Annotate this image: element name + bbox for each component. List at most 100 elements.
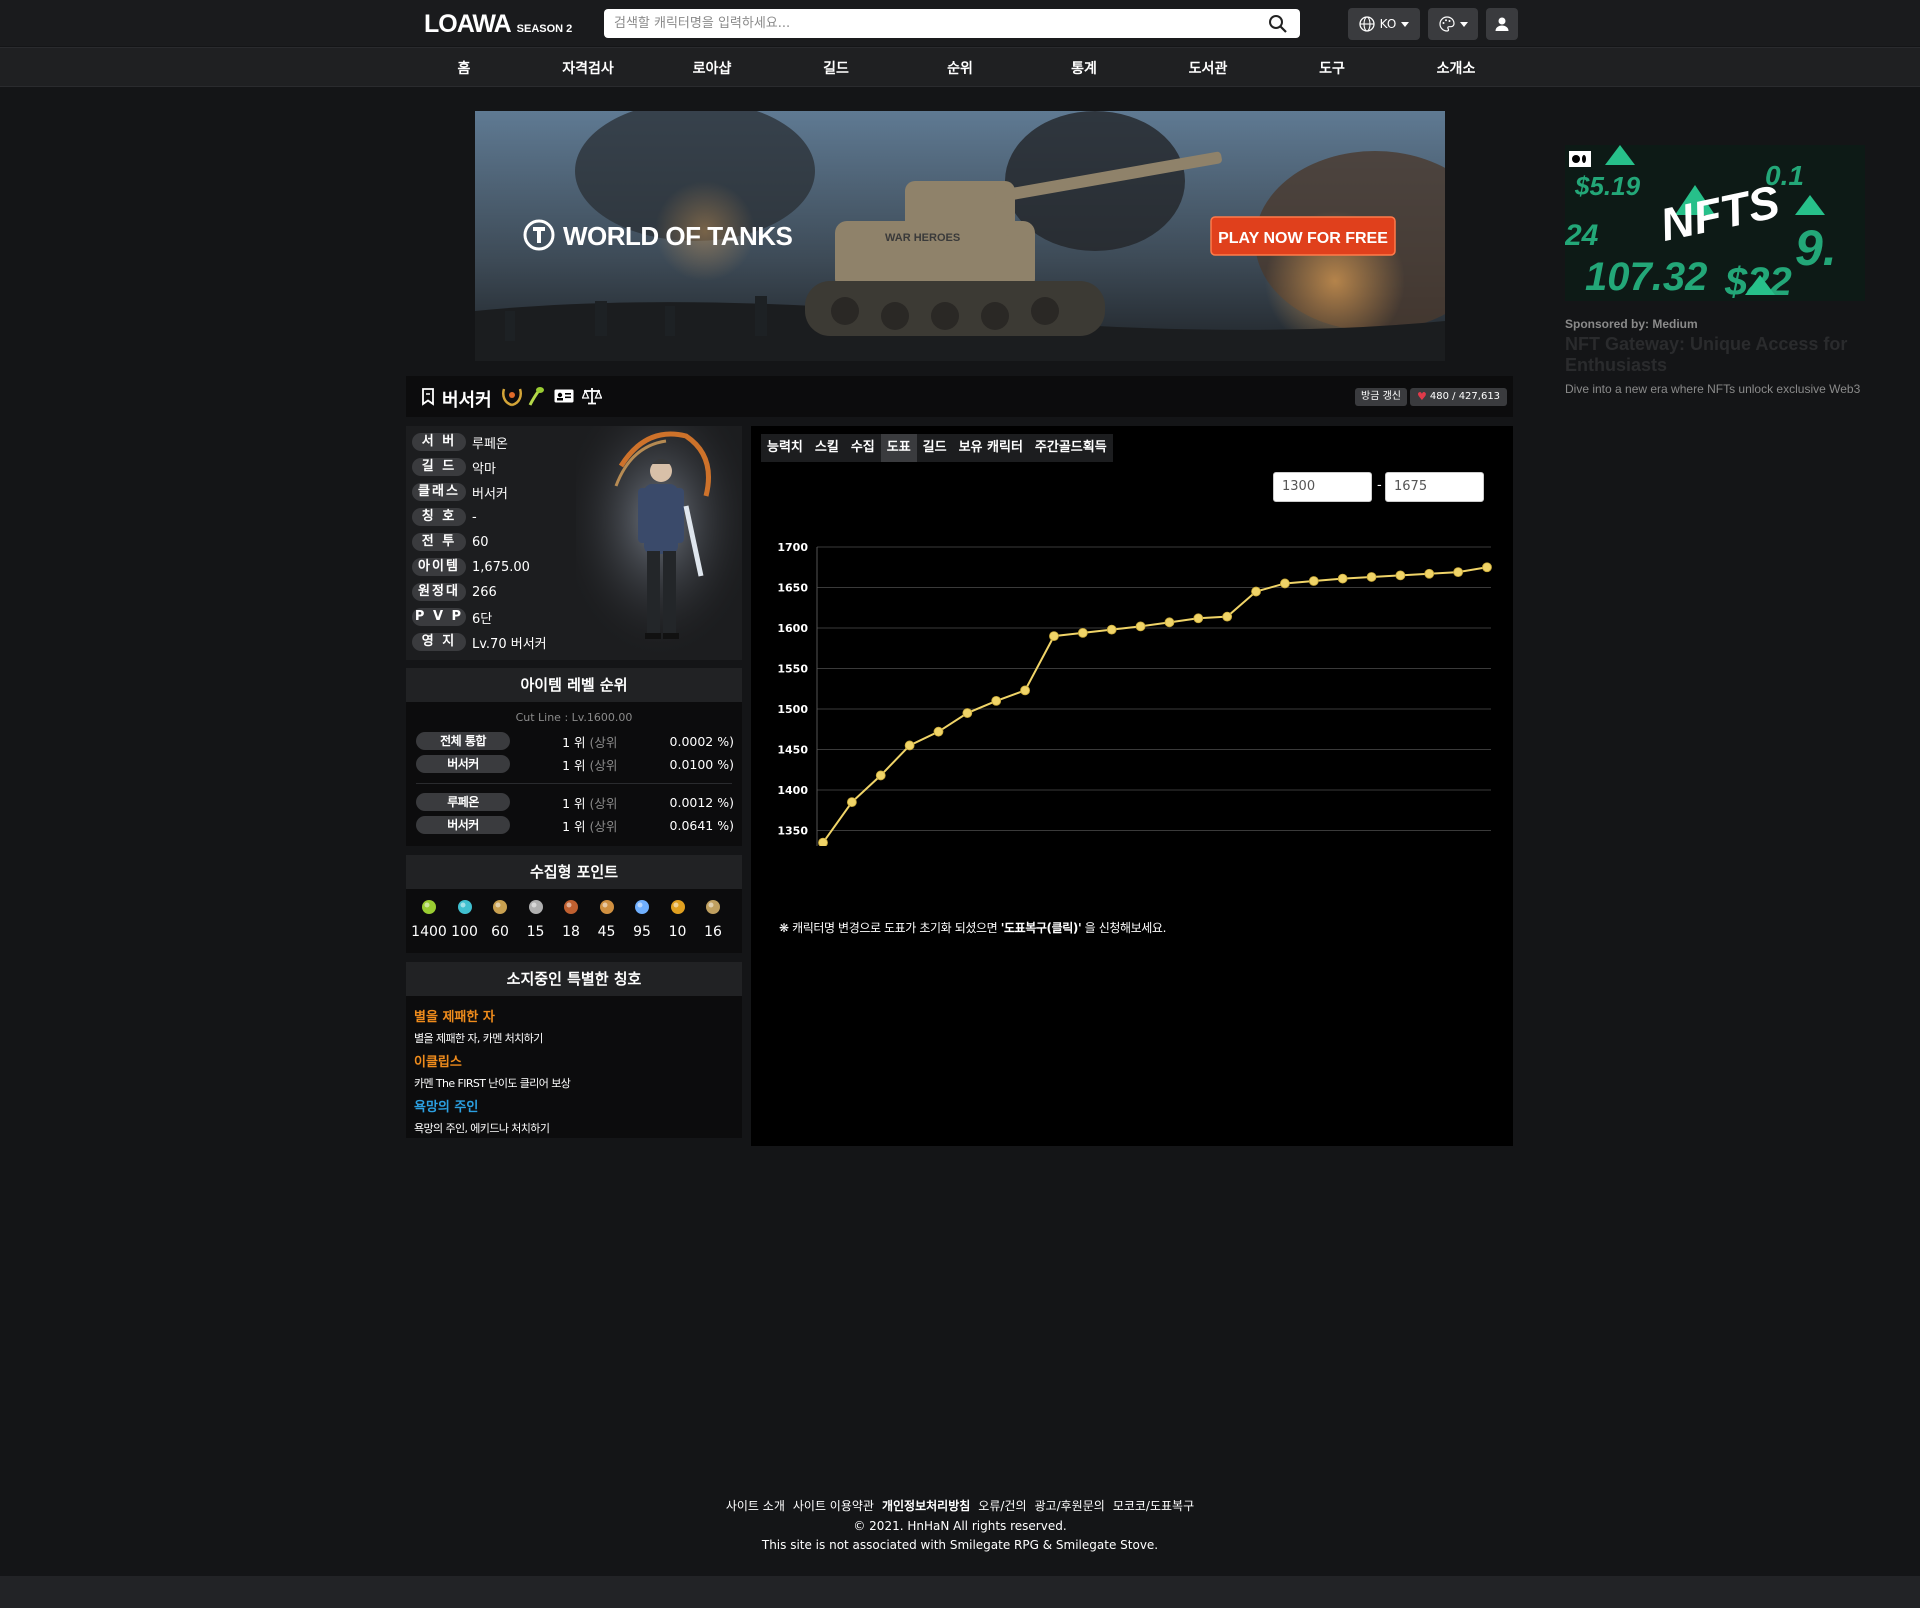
rank-row-total: 전체 통합 1 위 (상위 0.0002 %) bbox=[416, 731, 740, 751]
collection-value: 100 bbox=[451, 924, 478, 940]
data-point bbox=[962, 708, 973, 718]
collection-item[interactable]: 10 bbox=[660, 897, 696, 940]
bookmark-icon[interactable] bbox=[421, 388, 435, 406]
nav-home[interactable]: 홈 bbox=[458, 58, 471, 78]
item-level-chart: 1300135014001450150015501600165017002021… bbox=[777, 541, 1492, 846]
info-value: 60 bbox=[472, 534, 489, 550]
info-value: Lv.70 버서커 bbox=[472, 636, 547, 652]
rank-label[interactable]: 전체 통합 bbox=[416, 732, 510, 750]
tank-ad-image: WAR HEROES WORLD OF TANKS PLAY NOW FOR F… bbox=[475, 111, 1445, 361]
scale-icon[interactable] bbox=[582, 387, 602, 405]
language-button[interactable]: KO bbox=[1348, 8, 1420, 40]
collection-item[interactable]: 60 bbox=[482, 897, 518, 940]
tab-weekly-gold[interactable]: 주간골드획득 bbox=[1029, 434, 1113, 462]
collection-item[interactable]: 18 bbox=[553, 897, 589, 940]
footer-link-restore[interactable]: 모코코/도표복구 bbox=[1113, 1497, 1194, 1514]
character-name: 버서커 bbox=[442, 390, 492, 411]
titles-box: 소지중인 특별한 칭호 별을 제패한 자 별을 제패한 자, 카멘 처치하기 이… bbox=[406, 962, 742, 1138]
data-point bbox=[846, 797, 857, 808]
collection-items: 1400 100 60 15 18 45 95 10 16 bbox=[411, 897, 737, 949]
refresh-button[interactable]: 방금 갱신 bbox=[1355, 388, 1407, 406]
character-info-panel: 서 버 루페온 길 드 악마 클래스 버서커 칭 호- 전 투 60 아이템 1,675.… bbox=[406, 426, 742, 660]
id-card-icon[interactable] bbox=[554, 389, 574, 403]
world-map-icon bbox=[493, 900, 507, 914]
nav-tools[interactable]: 도구 bbox=[1319, 58, 1345, 78]
info-label: 아이템 bbox=[412, 558, 466, 576]
chart-restore-link[interactable]: '도표복구(클릭)' bbox=[1001, 921, 1082, 935]
data-point bbox=[904, 740, 915, 751]
nav-guild[interactable]: 길드 bbox=[823, 58, 849, 78]
collection-value: 60 bbox=[491, 924, 509, 940]
tab-owned-characters[interactable]: 보유 캐릭터 bbox=[953, 434, 1029, 462]
info-value: - bbox=[472, 509, 477, 525]
y-tick-label: 1500 bbox=[777, 703, 808, 716]
range-min-input[interactable]: 1300 bbox=[1273, 472, 1372, 502]
collection-item[interactable]: 15 bbox=[518, 897, 554, 940]
tab-skills[interactable]: 스킬 bbox=[809, 434, 845, 462]
series-line bbox=[822, 566, 1488, 844]
nav-library[interactable]: 도서관 bbox=[1189, 58, 1228, 78]
nav-introduction[interactable]: 소개소 bbox=[1437, 58, 1476, 78]
info-row-expedition: 원정대 266 bbox=[412, 582, 497, 602]
footer-link-ads[interactable]: 광고/후원문의 bbox=[1035, 1497, 1105, 1514]
y-tick-label: 1600 bbox=[777, 622, 808, 635]
nav-loa-shop[interactable]: 로아샵 bbox=[693, 58, 732, 78]
search-input[interactable] bbox=[604, 9, 1254, 38]
nav-statistics[interactable]: 통계 bbox=[1071, 58, 1097, 78]
user-button[interactable] bbox=[1486, 8, 1518, 40]
search-icon[interactable] bbox=[1268, 14, 1288, 34]
footer-link-feedback[interactable]: 오류/건의 bbox=[978, 1497, 1026, 1514]
rank-upper: (상위 bbox=[589, 734, 618, 750]
like-button[interactable]: ♥ 480 / 427,613 bbox=[1410, 388, 1508, 406]
rank-upper: (상위 bbox=[589, 757, 618, 773]
rank-label[interactable]: 버서커 bbox=[416, 755, 510, 773]
data-point bbox=[991, 695, 1002, 706]
chevron-down-icon bbox=[1459, 21, 1468, 27]
tab-stats[interactable]: 능력치 bbox=[761, 434, 809, 462]
info-value: 6단 bbox=[472, 611, 493, 627]
art-icon bbox=[599, 900, 614, 914]
range-max-input[interactable]: 1675 bbox=[1385, 472, 1484, 502]
collection-item[interactable]: 100 bbox=[447, 897, 483, 940]
info-label: 영 지 bbox=[412, 633, 466, 651]
data-point bbox=[1222, 611, 1233, 622]
info-row-server: 서 버 루페온 bbox=[412, 432, 508, 452]
y-tick-label: 1700 bbox=[777, 541, 808, 554]
side-ad[interactable]: $5.19 24 107.32 0.1 9. $22 NFTS Sponsore… bbox=[1564, 145, 1865, 396]
collection-item[interactable]: 1400 bbox=[411, 897, 447, 940]
collection-item[interactable]: 45 bbox=[589, 897, 625, 940]
theme-button[interactable] bbox=[1428, 8, 1478, 40]
tab-collection[interactable]: 수집 bbox=[845, 434, 881, 462]
rank-value: 1 위 bbox=[562, 818, 586, 834]
item-level-rank-box: 아이템 레벨 순위 Cut Line : Lv.1600.00 전체 통합 1 … bbox=[406, 668, 742, 846]
tab-chart[interactable]: 도표 bbox=[880, 434, 917, 462]
rank-label[interactable]: 루페온 bbox=[416, 793, 510, 811]
special-title-name: 욕망의 주인 bbox=[414, 1100, 479, 1115]
info-value[interactable]: 악마 bbox=[472, 458, 496, 477]
rank-value: 1 위 bbox=[562, 795, 586, 811]
tab-guild[interactable]: 길드 bbox=[917, 434, 953, 462]
special-title-desc: 카멘 The FIRST 난이도 클리어 보상 bbox=[414, 1077, 571, 1090]
banner-ad[interactable]: WAR HEROES WORLD OF TANKS PLAY NOW FOR F… bbox=[475, 111, 1445, 361]
data-point bbox=[818, 837, 828, 846]
sponsor-label: Sponsored by: Medium bbox=[1565, 317, 1698, 331]
footer-link-terms[interactable]: 사이트 이용약관 bbox=[793, 1497, 874, 1514]
collection-item[interactable]: 95 bbox=[624, 897, 660, 940]
rank-row-class: 버서커 1 위 (상위 0.0100 %) bbox=[416, 754, 740, 774]
ad-title[interactable]: NFT Gateway: Unique Access for Enthusias… bbox=[1565, 334, 1865, 376]
info-value: 버서커 bbox=[472, 486, 508, 502]
data-point bbox=[1077, 627, 1088, 638]
site-logo[interactable]: LOAWA SEASON 2 bbox=[424, 10, 572, 39]
rank-box-title: 아이템 레벨 순위 bbox=[406, 668, 742, 702]
footer-link-privacy[interactable]: 개인정보처리방침 bbox=[882, 1497, 970, 1514]
rank-label[interactable]: 버서커 bbox=[416, 816, 510, 834]
nav-qualification[interactable]: 자격검사 bbox=[562, 58, 614, 78]
nav-ranking[interactable]: 순위 bbox=[947, 58, 973, 78]
collection-item[interactable]: 16 bbox=[695, 897, 731, 940]
sea-bounty-icon bbox=[670, 900, 685, 914]
data-point bbox=[1395, 570, 1406, 581]
title-list: 별을 제패한 자 별을 제패한 자, 카멘 처치하기 이클립스 카멘 The F… bbox=[414, 1006, 571, 1136]
data-point bbox=[1366, 572, 1377, 582]
range-separator: - bbox=[1377, 478, 1382, 493]
footer-link-about[interactable]: 사이트 소개 bbox=[726, 1497, 785, 1514]
